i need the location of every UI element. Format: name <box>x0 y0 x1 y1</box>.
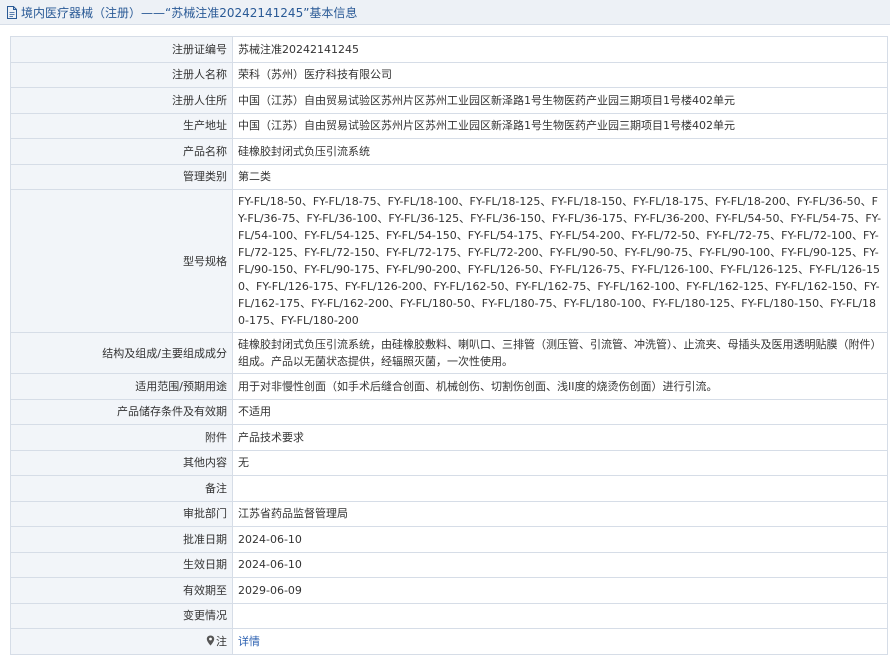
table-row: 变更情况 <box>10 602 888 629</box>
row-label: 结构及组成/主要组成成分 <box>10 332 233 374</box>
table-row: 附件 产品技术要求 <box>10 424 888 451</box>
row-label: 注册人住所 <box>10 87 233 114</box>
table-row: 生产地址 中国（江苏）自由贸易试验区苏州片区苏州工业园区新泽路1号生物医药产业园… <box>10 112 888 139</box>
change-history <box>232 602 888 629</box>
table-row: 管理类别 第二类 <box>10 163 888 190</box>
row-label: 有效期至 <box>10 577 233 604</box>
table-row: 审批部门 江苏省药品监督管理局 <box>10 500 888 527</box>
registrant-address: 中国（江苏）自由贸易试验区苏州片区苏州工业园区新泽路1号生物医药产业园三期项目1… <box>232 87 888 114</box>
page-header: 境内医疗器械（注册）——“苏械注准20242141245”基本信息 <box>0 0 890 25</box>
row-label: 管理类别 <box>10 163 233 190</box>
row-label: 生效日期 <box>10 551 233 578</box>
row-label: 产品储存条件及有效期 <box>10 398 233 425</box>
row-label: 审批部门 <box>10 500 233 527</box>
effective-date: 2024-06-10 <box>232 551 888 578</box>
table-row: 注册人住所 中国（江苏）自由贸易试验区苏州片区苏州工业园区新泽路1号生物医药产业… <box>10 87 888 114</box>
note-value: 详情 <box>232 628 888 655</box>
table-row: 批准日期 2024-06-10 <box>10 526 888 553</box>
table-row: 型号规格 FY-FL/18-50、FY-FL/18-75、FY-FL/18-10… <box>10 189 888 333</box>
approval-date: 2024-06-10 <box>232 526 888 553</box>
approval-department: 江苏省药品监督管理局 <box>232 500 888 527</box>
production-address: 中国（江苏）自由贸易试验区苏州片区苏州工业园区新泽路1号生物医药产业园三期项目1… <box>232 112 888 139</box>
note-label: 注 <box>10 628 233 655</box>
registration-number: 苏械注准20242141245 <box>232 36 888 63</box>
row-label: 附件 <box>10 424 233 451</box>
row-label: 注册人名称 <box>10 61 233 88</box>
storage-conditions: 不适用 <box>232 398 888 425</box>
note-label-text: 注 <box>216 634 227 648</box>
note-row: 注 详情 <box>10 628 888 655</box>
management-category: 第二类 <box>232 163 888 190</box>
table-row: 生效日期 2024-06-10 <box>10 551 888 578</box>
map-pin-icon <box>206 635 215 646</box>
product-name: 硅橡胶封闭式负压引流系统 <box>232 138 888 165</box>
document-icon <box>7 5 17 19</box>
registrant-name: 荣科（苏州）医疗科技有限公司 <box>232 61 888 88</box>
table-row: 产品名称 硅橡胶封闭式负压引流系统 <box>10 138 888 165</box>
details-link[interactable]: 详情 <box>238 635 260 648</box>
expiry-date: 2029-06-09 <box>232 577 888 604</box>
table-row: 注册证编号 苏械注准20242141245 <box>10 36 888 63</box>
table-row: 适用范围/预期用途 用于对非慢性创面（如手术后缝合创面、机械创伤、切割伤创面、浅… <box>10 373 888 400</box>
intended-use: 用于对非慢性创面（如手术后缝合创面、机械创伤、切割伤创面、浅II度的烧烫伤创面）… <box>232 373 888 400</box>
row-label: 适用范围/预期用途 <box>10 373 233 400</box>
table-row: 结构及组成/主要组成成分 硅橡胶封闭式负压引流系统，由硅橡胶敷料、喇叭口、三排管… <box>10 332 888 374</box>
table-row: 备注 <box>10 475 888 502</box>
row-label: 生产地址 <box>10 112 233 139</box>
table-row: 其他内容 无 <box>10 449 888 476</box>
row-label: 型号规格 <box>10 189 233 333</box>
row-label: 批准日期 <box>10 526 233 553</box>
table-row: 产品储存条件及有效期 不适用 <box>10 398 888 425</box>
table-row: 注册人名称 荣科（苏州）医疗科技有限公司 <box>10 61 888 88</box>
row-label: 注册证编号 <box>10 36 233 63</box>
attachments: 产品技术要求 <box>232 424 888 451</box>
page-title: 境内医疗器械（注册）——“苏械注准20242141245”基本信息 <box>21 5 358 20</box>
other-content: 无 <box>232 449 888 476</box>
row-label: 备注 <box>10 475 233 502</box>
remarks <box>232 475 888 502</box>
table-row: 有效期至 2029-06-09 <box>10 577 888 604</box>
info-table: 注册证编号 苏械注准20242141245 注册人名称 荣科（苏州）医疗科技有限… <box>10 36 888 655</box>
row-label: 变更情况 <box>10 602 233 629</box>
row-label: 其他内容 <box>10 449 233 476</box>
row-label: 产品名称 <box>10 138 233 165</box>
model-specifications: FY-FL/18-50、FY-FL/18-75、FY-FL/18-100、FY-… <box>232 189 888 333</box>
structure-composition: 硅橡胶封闭式负压引流系统，由硅橡胶敷料、喇叭口、三排管（测压管、引流管、冲洗管）… <box>232 332 888 374</box>
